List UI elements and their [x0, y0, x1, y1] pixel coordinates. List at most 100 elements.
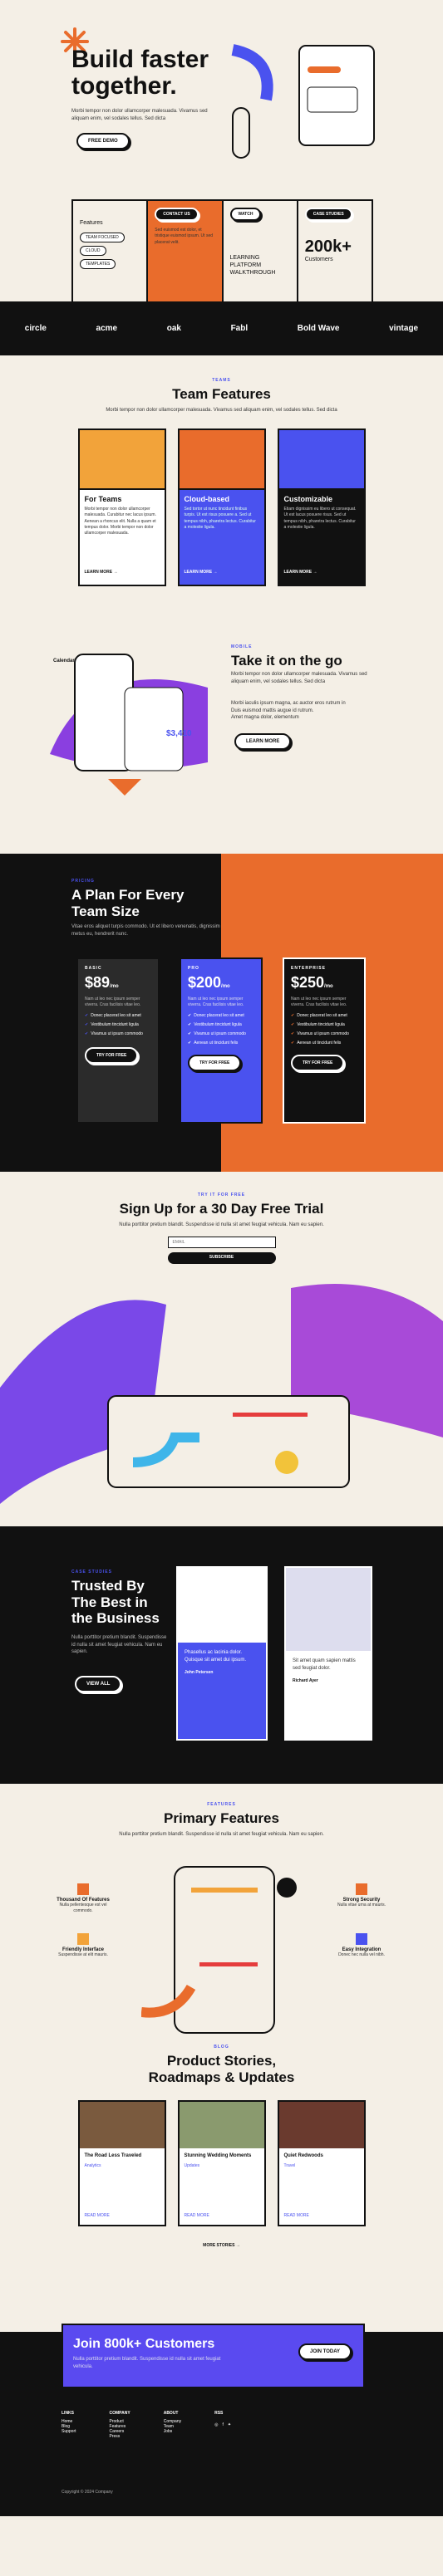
- logo-vintage: vintage: [389, 324, 419, 333]
- plan-text: Nam ut leo nec ipsum semper viverra. Cra…: [188, 997, 244, 1008]
- case-studies-button[interactable]: CASE STUDIES: [304, 208, 352, 221]
- logo-acme: acme: [96, 324, 118, 333]
- plan-feature: ✔ Vestibulum tincidunt ligula: [188, 1021, 242, 1027]
- cloud-illustration: [179, 430, 264, 491]
- learn-more-button[interactable]: Learn More: [234, 733, 292, 750]
- footer-link[interactable]: Press: [110, 2434, 130, 2439]
- bullet-item: Morbi iaculis ipsum magna, ac auctor ero…: [231, 701, 346, 706]
- read-more-link[interactable]: READ MORE: [284, 2213, 309, 2218]
- stats-strip: Features TEAM FOCUSED CLOUD TEMPLATES CO…: [71, 199, 373, 311]
- plan-feature: ✔ Vestibulum tincidunt ligula: [291, 1021, 345, 1027]
- pricing-eyebrow: PRICING: [71, 879, 95, 884]
- amount-label: $3,410: [166, 729, 192, 738]
- footer-link[interactable]: Support: [62, 2429, 76, 2434]
- read-more-link[interactable]: READ MORE: [185, 2213, 209, 2218]
- case-image: [286, 1568, 371, 1651]
- footer-section: Join 800k+ Customers Nulla porttitor pre…: [0, 2324, 443, 2516]
- story-card[interactable]: The Road Less Traveled Analytics READ MO…: [77, 2100, 166, 2227]
- signup-eyebrow: TRY IT FOR FREE: [197, 1193, 246, 1197]
- case-author: Richard Ayer: [293, 1678, 318, 1684]
- pricing-description: Vitae eros aliquet turpis commodo. Ut et…: [71, 924, 220, 937]
- learn-more-link[interactable]: LEARN MORE →: [284, 570, 317, 575]
- hero-title: Build faster together.: [71, 46, 209, 100]
- logo-bold-wave: Bold Wave: [297, 324, 340, 333]
- case-quote: Phasellus ac lacinia dolor. Quisque sit …: [185, 1650, 247, 1663]
- mobile-section: Calendar $3,410 MOBILE Take it on the go…: [0, 605, 443, 854]
- bullet-item: Duis euismod mattis augue id rutrum.: [231, 708, 314, 713]
- footer-link[interactable]: Jobs: [164, 2429, 181, 2434]
- team-eyebrow: TEAMS: [212, 378, 231, 383]
- contact-cell: CONTACT US Sed euismod est dolor, et tri…: [148, 201, 224, 310]
- contact-us-button[interactable]: CONTACT US: [155, 208, 199, 221]
- footer-columns: LINKS Home Blog Support COMPANY Product Featu…: [62, 2411, 235, 2439]
- gear-illustration: [278, 430, 364, 491]
- story-cards: The Road Less Traveled Analytics READ MO…: [0, 2100, 443, 2227]
- pricing-section: PRICING A Plan For Every Team Size Vitae…: [0, 854, 443, 1172]
- feature-icon: [77, 1933, 89, 1945]
- join-today-button[interactable]: JOIN TODAY: [298, 2343, 352, 2360]
- calendar-label: Calendar: [53, 659, 75, 664]
- try-free-button[interactable]: TRY FOR FREE: [291, 1054, 345, 1071]
- case-studies-section: CASE STUDIES Trusted By The Best in the …: [0, 1526, 443, 1784]
- case-card-1: Phasellus ac lacinia dolor. Quisque sit …: [176, 1566, 268, 1741]
- feature-icon: [356, 1933, 367, 1945]
- plan-price: $89/mo: [85, 974, 119, 991]
- pill-team-focused[interactable]: TEAM FOCUSED: [80, 233, 125, 242]
- learn-more-link[interactable]: LEARN MORE →: [85, 570, 118, 575]
- view-all-button[interactable]: VIEW ALL: [75, 1676, 122, 1692]
- plan-feature: ✔ Vivamus ut ipsum commodo: [85, 1031, 143, 1036]
- learn-more-link[interactable]: LEARN MORE →: [185, 570, 218, 575]
- features-label: Features: [80, 220, 103, 226]
- team-title: Team Features: [172, 386, 271, 402]
- feature-icon: [356, 1883, 367, 1895]
- story-card[interactable]: Quiet Redwoods Travel READ MORE: [277, 2100, 366, 2227]
- case-image: [178, 1568, 266, 1643]
- team-card-customizable: Customizable Etiam dignissim eu libero u…: [277, 429, 366, 587]
- plan-price: $250/mo: [291, 974, 333, 991]
- try-free-button[interactable]: TRY FOR FREE: [188, 1054, 242, 1071]
- plan-name: ENTERPRISE: [291, 966, 326, 971]
- plan-basic: BASIC $89/mo Nam ut leo nec ipsum semper…: [76, 957, 160, 1124]
- free-demo-button[interactable]: Free Demo: [76, 133, 130, 149]
- primary-features-section: FEATURES Primary Features Nulla porttito…: [0, 1784, 443, 2041]
- watch-cell: WATCH LEARNING PLATFORM WALKTHROUGH: [224, 201, 298, 310]
- primary-eyebrow: FEATURES: [207, 1802, 236, 1807]
- try-free-button[interactable]: TRY FOR FREE: [85, 1046, 139, 1064]
- phone-wireframe-illustration: [141, 1866, 297, 2034]
- signup-section: TRY IT FOR FREE Sign Up for a 30 Day Fre…: [0, 1172, 443, 1526]
- join-banner: Join 800k+ Customers Nulla porttitor pre…: [62, 2324, 365, 2388]
- primary-description: Nulla porttitor pretium blandit. Suspend…: [119, 1831, 324, 1837]
- case-card-2: Sit amet quam sapien mattis sed feugiat …: [284, 1566, 372, 1741]
- card-text: Etiam dignissim eu libero ut consequat. …: [283, 507, 357, 530]
- stories-title: Product Stories, Roadmaps & Updates: [148, 2053, 295, 2085]
- card-title: Customizable: [283, 495, 333, 504]
- more-stories-link[interactable]: MORE STORIES →: [0, 2243, 443, 2248]
- pill-cloud[interactable]: CLOUD: [80, 246, 106, 256]
- email-field[interactable]: EMAIL: [167, 1237, 276, 1249]
- team-cards: For Teams Morbi tempor non dolor ullamco…: [0, 429, 443, 587]
- pricing-title: A Plan For Every Team Size: [71, 887, 185, 919]
- watch-button[interactable]: WATCH: [229, 208, 262, 221]
- signup-illustration: [0, 1284, 443, 1504]
- pill-templates[interactable]: TEMPLATES: [80, 259, 116, 269]
- team-card-teams: For Teams Morbi tempor non dolor ullamco…: [77, 429, 166, 587]
- feature-item: Friendly Interface Suspendisse at elit m…: [50, 1933, 116, 1958]
- story-image: [179, 2102, 264, 2149]
- trusted-eyebrow: CASE STUDIES: [71, 1570, 112, 1574]
- team-section: TEAMS Team Features Morbi tempor non dol…: [0, 355, 443, 605]
- customers-cell: CASE STUDIES 200k+ Customers: [298, 201, 372, 310]
- story-image: [79, 2102, 165, 2149]
- case-author: John Petersen: [185, 1670, 214, 1676]
- twitter-icon[interactable]: ✦: [228, 2422, 235, 2427]
- plan-feature: ✔ Vivamus ut ipsum commodo: [188, 1031, 246, 1036]
- story-card[interactable]: Stunning Wedding Moments Updates READ MO…: [177, 2100, 266, 2227]
- subscribe-button[interactable]: SUBSCRIBE: [167, 1252, 276, 1265]
- go-bullets: Morbi iaculis ipsum magna, ac auctor ero…: [231, 700, 372, 722]
- hero-section: Build faster together. Morbi tempor non …: [0, 0, 443, 196]
- plan-pro: PRO $200/mo Nam ut leo nec ipsum semper …: [180, 957, 263, 1124]
- plan-enterprise: ENTERPRISE $250/mo Nam ut leo nec ipsum …: [283, 957, 366, 1124]
- feature-item: Strong Security Nulla vitae urna at maur…: [328, 1883, 395, 1908]
- feature-icon: [77, 1883, 89, 1895]
- card-text: Sed tortor ut nunc tincidunt finibus tur…: [184, 507, 256, 530]
- read-more-link[interactable]: READ MORE: [85, 2213, 110, 2218]
